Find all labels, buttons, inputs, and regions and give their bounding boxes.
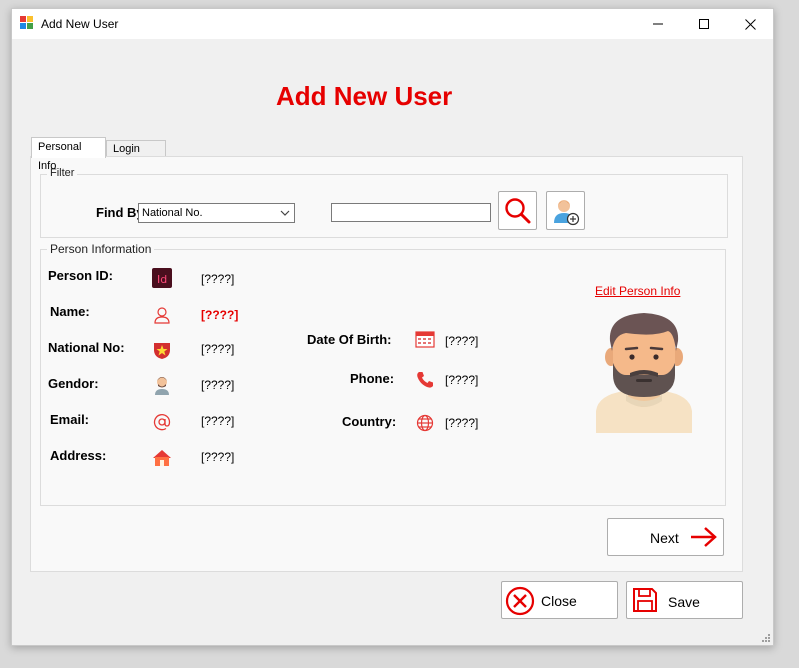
add-person-button[interactable] bbox=[546, 191, 585, 230]
country-value: [????] bbox=[445, 416, 479, 430]
address-value: [????] bbox=[201, 450, 235, 464]
user-icon bbox=[152, 305, 172, 325]
tab-personal-info[interactable]: Personal Info bbox=[31, 137, 106, 172]
phone-icon bbox=[415, 370, 435, 390]
minimize-button[interactable] bbox=[635, 9, 681, 39]
save-floppy-icon bbox=[633, 588, 657, 612]
tab-login-info[interactable]: Login Info bbox=[106, 140, 166, 171]
calendar-icon bbox=[415, 329, 435, 349]
save-button[interactable]: Save bbox=[626, 581, 743, 619]
next-button-label: Next bbox=[650, 530, 679, 546]
close-window-button[interactable] bbox=[727, 9, 773, 39]
svg-text:Id: Id bbox=[157, 273, 167, 286]
search-button[interactable] bbox=[498, 191, 537, 230]
next-button[interactable]: Next bbox=[607, 518, 724, 556]
minimize-icon bbox=[653, 23, 663, 25]
home-icon bbox=[152, 448, 172, 468]
title-bar: Add New User bbox=[12, 9, 773, 39]
address-label: Address: bbox=[50, 448, 107, 463]
close-button[interactable]: Close bbox=[501, 581, 618, 619]
chevron-down-icon bbox=[280, 210, 290, 216]
close-window-icon bbox=[744, 18, 756, 30]
window-title: Add New User bbox=[41, 17, 119, 31]
app-icon bbox=[20, 16, 33, 29]
id-icon: Id bbox=[152, 268, 172, 288]
email-label: Email: bbox=[50, 412, 90, 427]
add-new-user-window: Add New User Add New User Personal Info … bbox=[11, 8, 774, 646]
person-id-label: Person ID: bbox=[48, 268, 114, 283]
maximize-button[interactable] bbox=[681, 9, 727, 39]
phone-label: Phone: bbox=[350, 371, 395, 386]
phone-value: [????] bbox=[445, 373, 479, 387]
save-button-label: Save bbox=[668, 594, 700, 610]
next-arrow-icon bbox=[691, 527, 717, 547]
date-of-birth-label: Date Of Birth: bbox=[307, 332, 392, 347]
close-circle-icon bbox=[505, 586, 535, 616]
edit-person-info-link[interactable]: Edit Person Info bbox=[595, 284, 680, 298]
person-id-value: [????] bbox=[201, 272, 235, 286]
national-no-value: [????] bbox=[201, 342, 235, 356]
search-input[interactable] bbox=[331, 203, 491, 222]
add-person-icon bbox=[553, 199, 579, 225]
national-badge-icon bbox=[152, 340, 172, 360]
email-icon bbox=[152, 412, 172, 432]
resize-grip-icon[interactable] bbox=[761, 633, 771, 643]
page-title: Add New User bbox=[276, 81, 453, 111]
gendor-value: [????] bbox=[201, 378, 235, 392]
email-value: [????] bbox=[201, 414, 235, 428]
country-label: Country: bbox=[342, 414, 397, 429]
globe-icon bbox=[415, 413, 435, 433]
find-by-select[interactable]: National No. bbox=[138, 203, 295, 223]
close-button-label: Close bbox=[541, 593, 577, 609]
find-by-selected-value: National No. bbox=[142, 207, 203, 219]
person-information-legend: Person Information bbox=[47, 242, 155, 256]
gender-icon bbox=[152, 375, 172, 395]
maximize-icon bbox=[698, 18, 709, 29]
national-no-label: National No: bbox=[48, 340, 125, 355]
date-of-birth-value: [????] bbox=[445, 334, 479, 348]
search-icon bbox=[504, 197, 530, 223]
name-label: Name: bbox=[50, 304, 90, 319]
gendor-label: Gendor: bbox=[48, 376, 99, 391]
name-value: [????] bbox=[201, 308, 239, 322]
avatar bbox=[596, 311, 692, 436]
